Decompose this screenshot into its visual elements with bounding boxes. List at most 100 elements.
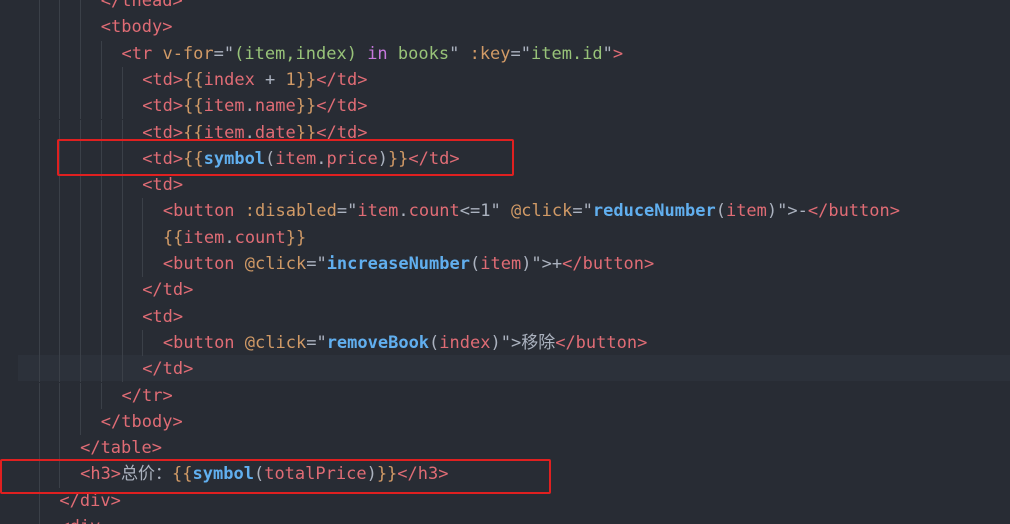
- indent-guide: [80, 66, 82, 94]
- code-token: (item,index): [234, 43, 368, 64]
- indent-guide: [80, 251, 82, 278]
- indent-guide: [100, 329, 102, 357]
- code-line[interactable]: </thead>: [101, 0, 183, 14]
- indent-guide: [38, 40, 40, 67]
- code-token: </tr>: [121, 385, 173, 406]
- code-token: >: [612, 43, 624, 64]
- code-token: (: [715, 201, 726, 222]
- code-token: }}: [295, 69, 317, 90]
- code-token: 1: [285, 69, 296, 90]
- indent-guide: [121, 66, 123, 94]
- indent-guide: [59, 277, 61, 304]
- code-line[interactable]: </td>: [142, 277, 193, 303]
- indent-guide: [59, 329, 61, 357]
- code-token: </td>: [316, 96, 368, 117]
- indent-guide: [80, 40, 82, 67]
- code-token: :disabled: [244, 201, 337, 222]
- code-line[interactable]: </tr>: [122, 383, 173, 409]
- code-token: item: [725, 201, 767, 222]
- code-token: <button: [162, 254, 245, 274]
- indent-guide: [38, 408, 40, 436]
- code-token: <=1": [459, 201, 511, 222]
- code-token: }}: [295, 96, 317, 117]
- indent-guide: [59, 435, 61, 462]
- indent-guide: [38, 0, 40, 15]
- code-token: index: [439, 332, 491, 353]
- code-token: item: [357, 201, 399, 222]
- indent-guide: [121, 251, 123, 278]
- code-line[interactable]: </table>: [80, 435, 162, 461]
- indent-guide: [38, 329, 40, 357]
- code-token: removeBook: [326, 332, 430, 353]
- indent-guide: [59, 14, 61, 41]
- code-token: =": [572, 201, 593, 222]
- indent-guide: [100, 303, 102, 330]
- code-token: <button: [162, 201, 245, 222]
- code-line[interactable]: </tbody>: [101, 409, 183, 435]
- code-line[interactable]: <button :disabled="item.count<=1" @click…: [163, 198, 900, 224]
- indent-guide: [100, 356, 102, 383]
- indent-guide: [59, 224, 61, 251]
- code-token: <tbody>: [100, 17, 173, 38]
- indent-guide: [59, 382, 61, 409]
- indent-guide: [142, 251, 144, 278]
- indent-guide: [121, 93, 123, 120]
- code-token: </button>: [555, 332, 648, 353]
- indent-guide: [100, 277, 102, 304]
- indent-guide: [121, 198, 123, 225]
- code-token: (: [429, 332, 440, 353]
- indent-guide: [80, 277, 82, 304]
- code-token: item.id: [531, 43, 603, 64]
- code-token: books: [387, 43, 450, 64]
- indent-guide: [80, 329, 82, 357]
- code-token: =": [306, 332, 327, 353]
- indent-guide: [121, 172, 123, 199]
- code-token: </td>: [142, 359, 194, 380]
- indent-guide: [121, 224, 123, 251]
- code-token: </table>: [80, 438, 162, 459]
- code-line[interactable]: <tbody>: [101, 14, 173, 40]
- indent-guide: [38, 145, 40, 173]
- code-token: .: [224, 227, 235, 248]
- indent-guide: [121, 356, 123, 383]
- indent-guide: [38, 435, 40, 462]
- code-line[interactable]: <td>{{item.name}}</td>: [142, 93, 367, 119]
- indent-guide: [80, 356, 82, 383]
- indent-guide: [38, 198, 40, 225]
- code-editor[interactable]: </thead> <tbody> <tr v-for="(item,index) i…: [0, 0, 1010, 524]
- code-token: {{: [183, 69, 204, 90]
- code-line[interactable]: <div: [59, 514, 100, 524]
- indent-guide: [80, 224, 82, 251]
- indent-guide: [100, 224, 102, 251]
- code-token: in: [367, 43, 388, 64]
- indent-guide: [80, 14, 82, 41]
- code-token: =": [213, 43, 235, 64]
- code-token: <div: [59, 517, 100, 524]
- code-token: reduceNumber: [592, 201, 716, 222]
- indent-guide: [100, 382, 102, 409]
- code-line[interactable]: </td>: [142, 356, 193, 382]
- code-line[interactable]: <button @click="removeBook(index)">移除</b…: [163, 330, 647, 356]
- indent-guide: [100, 66, 102, 94]
- indent-guide: [100, 198, 102, 225]
- indent-guide: [80, 93, 82, 120]
- code-token: <td>: [142, 175, 184, 196]
- code-line[interactable]: <button @click="increaseNumber(item)">+<…: [163, 251, 654, 277]
- indent-guide: [142, 224, 144, 251]
- indent-guide: [59, 303, 61, 330]
- indent-guide: [38, 172, 40, 199]
- indent-guide: [59, 198, 61, 225]
- code-token: @click: [244, 254, 307, 274]
- indent-guide: [100, 40, 102, 67]
- code-token: </td>: [316, 69, 368, 90]
- code-token: }}: [285, 227, 307, 248]
- code-line[interactable]: <tr v-for="(item,index) in books" :key="…: [122, 41, 624, 67]
- code-line[interactable]: {{item.count}}: [163, 225, 306, 251]
- indent-guide: [38, 224, 40, 251]
- indent-guide: [38, 14, 40, 41]
- code-token: =": [510, 43, 532, 64]
- code-line[interactable]: <td>: [142, 304, 183, 330]
- indent-guide: [38, 303, 40, 330]
- code-line[interactable]: <td>{{index + 1}}</td>: [142, 67, 367, 93]
- code-token: @click: [510, 201, 573, 222]
